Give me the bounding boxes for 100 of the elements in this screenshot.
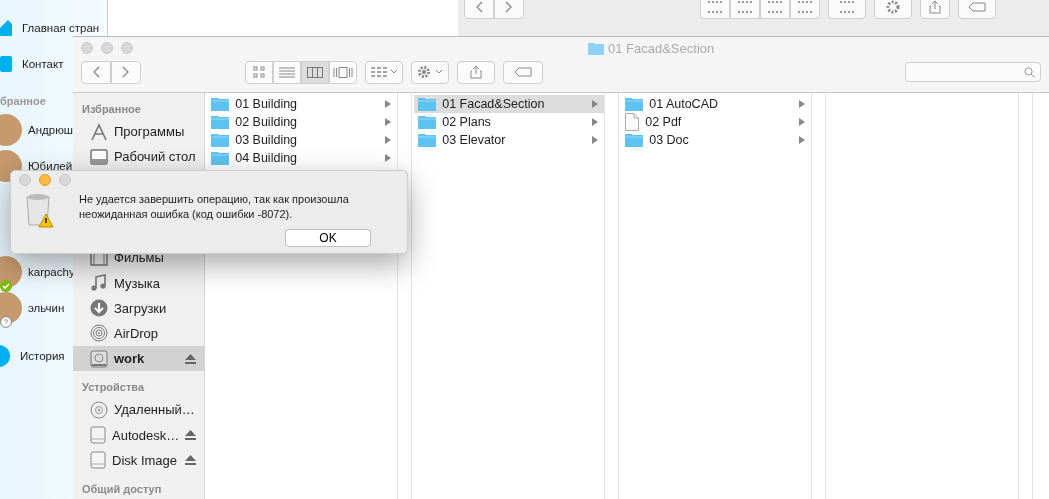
chevron-right-icon [122, 66, 130, 78]
section-heading: Избранное [81, 102, 142, 117]
view-button[interactable] [329, 60, 357, 84]
arrange-button[interactable] [828, 0, 866, 19]
view-icon [768, 1, 782, 13]
settings-button[interactable] [411, 60, 449, 84]
sidebar-item[interactable]: Autodesk… [73, 422, 205, 448]
folder-icon [418, 115, 437, 129]
zoom-button[interactable] [121, 42, 133, 54]
view-button[interactable] [273, 60, 301, 84]
folder-icon [588, 42, 604, 55]
sidebar-item[interactable]: Программы [73, 119, 205, 145]
share-icon [470, 65, 482, 79]
arrange-button[interactable] [365, 60, 403, 84]
history-icon [0, 345, 10, 367]
file-row[interactable]: 03 Building [207, 131, 398, 149]
view-icon [708, 1, 722, 13]
music-note-icon [90, 274, 108, 292]
list-icon [279, 66, 295, 78]
search-field[interactable] [905, 62, 1041, 82]
view-icon [798, 1, 812, 13]
sidebar-item[interactable]: Музыка [73, 270, 205, 296]
view-button[interactable] [760, 0, 790, 19]
forward-button[interactable] [111, 60, 141, 84]
trash-warning-icon [25, 192, 55, 228]
contact-name[interactable]: karpachy [28, 266, 75, 278]
sidebar-item[interactable]: Рабочий стол [73, 144, 205, 170]
nav-item[interactable]: Главная стран [22, 22, 100, 34]
tag-button[interactable] [958, 0, 996, 19]
close-button[interactable] [81, 42, 93, 54]
view-button[interactable] [301, 60, 329, 84]
chevron-left-icon [92, 66, 100, 78]
file-row[interactable]: 02 Pdf [621, 113, 812, 131]
view-button[interactable] [700, 0, 730, 19]
chevron-right-icon [505, 1, 513, 13]
share-button[interactable] [920, 0, 950, 19]
settings-button[interactable] [874, 0, 912, 19]
nav-item[interactable]: История [20, 350, 65, 362]
home-icon [0, 20, 12, 36]
avatar [0, 292, 22, 324]
file-row[interactable]: 02 Building [207, 113, 398, 131]
file-row[interactable]: 02 Plans [414, 113, 605, 131]
sidebar-item[interactable]: work [73, 346, 205, 372]
section-heading: бранное [0, 94, 47, 108]
share-button[interactable] [457, 60, 495, 84]
file-row[interactable]: 04 Building [207, 149, 398, 167]
share-icon [929, 0, 941, 14]
tag-icon [514, 67, 532, 77]
sidebar-item[interactable]: AirDrop [73, 320, 205, 347]
search-icon [1024, 66, 1035, 78]
sidebar-item[interactable]: Disk Image [73, 447, 205, 474]
avatar [0, 256, 22, 288]
close-button[interactable] [19, 174, 31, 186]
view-button[interactable] [790, 0, 820, 19]
view-icon [738, 1, 752, 13]
folder-icon [625, 133, 644, 147]
gear-icon [417, 65, 443, 79]
download-icon [90, 299, 108, 318]
gear-icon [886, 0, 900, 14]
forward-button[interactable] [494, 0, 524, 19]
back-button[interactable] [464, 0, 494, 19]
contact-name[interactable]: Юбилей [28, 160, 73, 172]
zoom-button[interactable] [59, 174, 71, 186]
chevron-left-icon [475, 1, 483, 13]
eject-icon[interactable] [185, 353, 197, 364]
file-row[interactable]: 01 AutoCAD [621, 95, 812, 113]
disclosure-arrow-icon [385, 118, 392, 126]
minimize-button[interactable] [101, 42, 113, 54]
window-title: 01 Facad&Section [608, 41, 715, 56]
folder-icon [211, 97, 230, 111]
view-button[interactable] [730, 0, 760, 19]
document-icon [625, 113, 640, 131]
section-heading: Общий доступ [81, 482, 163, 498]
folder-icon [418, 133, 437, 147]
minimize-button[interactable] [39, 174, 51, 186]
contact-name[interactable]: эльчин [28, 302, 65, 314]
file-row[interactable]: 01 Building [207, 95, 398, 113]
disclosure-arrow-icon [799, 136, 806, 144]
disclosure-arrow-icon [799, 118, 806, 126]
ok-button[interactable]: OK [285, 229, 371, 247]
error-message: Не удается завершить операцию, так как произошла неожиданная ошибка (код ошибки -8072). [79, 192, 350, 222]
contact-name[interactable]: Андрюш [28, 124, 73, 136]
file-row[interactable]: 03 Elevator [414, 131, 605, 149]
back-button[interactable] [81, 60, 111, 84]
contacts-icon [0, 56, 12, 72]
file-row[interactable]: 01 Facad&Section [414, 95, 605, 113]
cover-flow-icon [333, 66, 353, 78]
desktop-icon [90, 148, 108, 165]
arrange-icon [840, 1, 854, 13]
avatar [0, 114, 22, 146]
eject-icon[interactable] [185, 455, 197, 466]
folder-icon [625, 97, 644, 111]
view-button[interactable] [245, 60, 273, 84]
nav-item[interactable]: Контакт [22, 58, 64, 70]
sidebar-item[interactable]: Удаленный… [73, 397, 205, 423]
file-row[interactable]: 03 Doc [621, 131, 812, 149]
tag-button[interactable] [503, 60, 543, 84]
sidebar-item[interactable]: Загрузки [73, 295, 205, 321]
disclosure-arrow-icon [592, 118, 599, 126]
eject-icon[interactable] [185, 430, 197, 441]
